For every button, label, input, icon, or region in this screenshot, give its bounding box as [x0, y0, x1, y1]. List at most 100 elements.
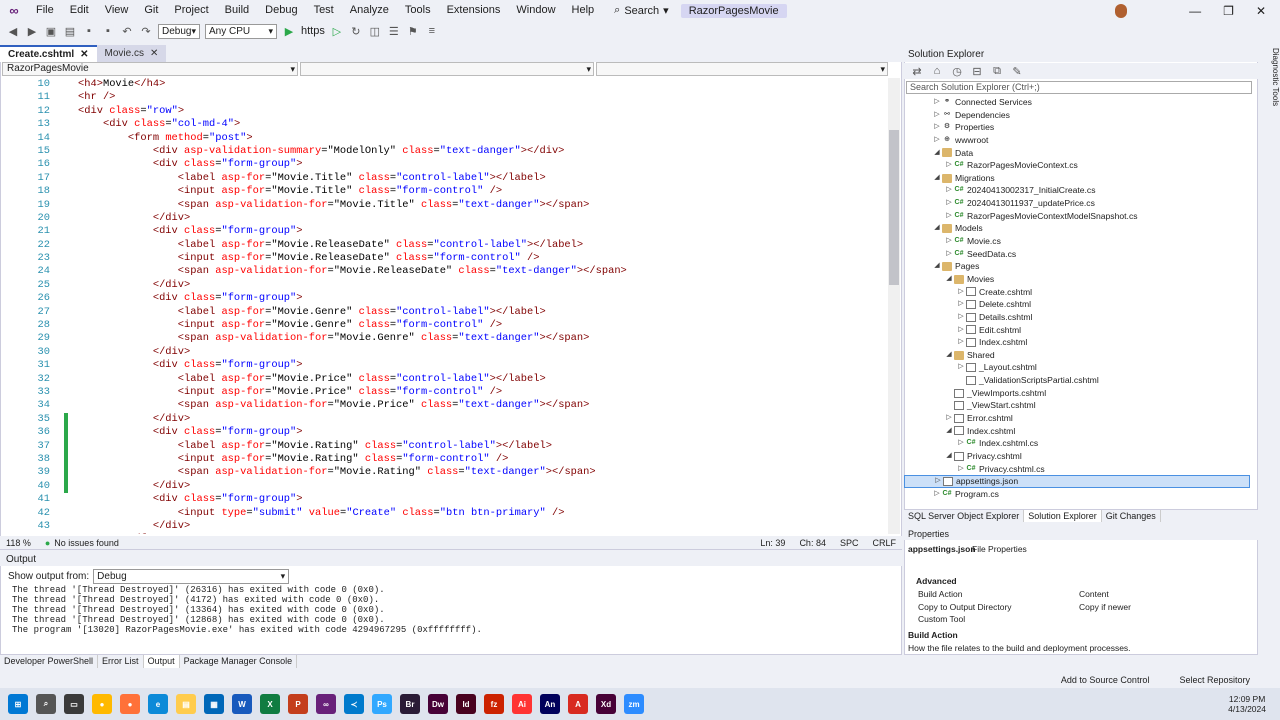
word-icon[interactable]: W	[232, 694, 252, 714]
tree-item[interactable]: ▷ C# Privacy.cshtml.cs	[904, 463, 1250, 476]
tree-item[interactable]: ▷ Edit.cshtml	[904, 324, 1250, 337]
tree-item[interactable]: ◢ Migrations	[904, 172, 1250, 185]
browser-icon[interactable]: ◫	[368, 24, 382, 38]
visual-studio-icon[interactable]: ∞	[316, 694, 336, 714]
bridge-icon[interactable]: Br	[400, 694, 420, 714]
tree-item[interactable]: ▷ C# 20240413011937_updatePrice.cs	[904, 197, 1250, 210]
menu-item-analyze[interactable]: Analyze	[342, 0, 397, 21]
animate-icon[interactable]: An	[540, 694, 560, 714]
sync-icon[interactable]: ⇄	[910, 64, 924, 78]
expand-icon[interactable]: ▷	[956, 311, 966, 324]
code-editor[interactable]: 10 <h4>Movie</h4> 11 <hr /> 12 <div class="ro…	[0, 78, 886, 534]
edge-icon[interactable]: e	[148, 694, 168, 714]
expand-icon[interactable]: ▷	[932, 121, 942, 134]
menu-item-window[interactable]: Window	[508, 0, 563, 21]
menu-item-extensions[interactable]: Extensions	[439, 0, 509, 21]
expand-icon[interactable]: ◢	[944, 349, 954, 362]
search-taskbar-icon[interactable]: ⌕	[36, 694, 56, 714]
issues-status[interactable]: No issues found	[54, 538, 119, 548]
tree-item[interactable]: ▷ C# Index.cshtml.cs	[904, 437, 1250, 450]
add-to-source-control-button[interactable]: Add to Source Control	[1061, 675, 1150, 685]
show-all-icon[interactable]: ⧉	[990, 64, 1004, 78]
tree-item[interactable]: ▷ ⊕ wwwroot	[904, 134, 1250, 147]
menu-item-help[interactable]: Help	[564, 0, 603, 21]
expand-icon[interactable]: ▷	[944, 197, 954, 210]
property-value[interactable]: Content	[1079, 589, 1109, 599]
photoshop-icon[interactable]: Ps	[372, 694, 392, 714]
expand-icon[interactable]: ◢	[932, 147, 942, 160]
forward-icon[interactable]: ▶	[25, 24, 39, 38]
system-clock[interactable]: 12:09 PM 4/13/2024	[1228, 694, 1266, 714]
tree-item[interactable]: ▷ C# Program.cs	[904, 488, 1250, 501]
dreamweaver-icon[interactable]: Dw	[428, 694, 448, 714]
platform-select[interactable]: Any CPU	[205, 23, 277, 39]
expand-icon[interactable]: ◢	[944, 425, 954, 438]
tree-item[interactable]: ▷ ⚭ Connected Services	[904, 96, 1250, 109]
line-ending[interactable]: CRLF	[872, 538, 896, 548]
member-dropdown[interactable]	[596, 62, 888, 76]
chrome-icon[interactable]: ●	[92, 694, 112, 714]
tree-item[interactable]: ▷ ⚯ Dependencies	[904, 109, 1250, 122]
firefox-icon[interactable]: ●	[120, 694, 140, 714]
vscode-icon[interactable]: ≺	[344, 694, 364, 714]
run-profile-button[interactable]: https	[301, 25, 325, 37]
diagnostic-tools-tab[interactable]: Diagnostic Tools	[1260, 48, 1280, 128]
expand-icon[interactable]: ▷	[956, 463, 966, 476]
expand-icon[interactable]: ▷	[944, 210, 954, 223]
redo-icon[interactable]: ↷	[139, 24, 153, 38]
bottom-tab-package-manager-console[interactable]: Package Manager Console	[180, 655, 298, 668]
save-icon[interactable]: ▪	[82, 24, 96, 38]
expand-icon[interactable]: ▷	[956, 298, 966, 311]
tree-item[interactable]: ▷ _Layout.cshtml	[904, 361, 1250, 374]
menu-item-debug[interactable]: Debug	[257, 0, 305, 21]
tree-item[interactable]: ▷ C# RazorPagesMovieContext.cs	[904, 159, 1250, 172]
tree-item[interactable]: ▷ Create.cshtml	[904, 286, 1250, 299]
expand-icon[interactable]: ▷	[932, 134, 942, 147]
expand-icon[interactable]: ▷	[932, 96, 942, 109]
history-icon[interactable]: ◷	[950, 64, 964, 78]
tree-item[interactable]: ▷ Error.cshtml	[904, 412, 1250, 425]
expand-icon[interactable]: ◢	[932, 172, 942, 185]
expand-icon[interactable]: ▷	[956, 361, 966, 374]
tree-item[interactable]: ◢ Data	[904, 147, 1250, 160]
tree-item[interactable]: ▷ ⚙ Properties	[904, 121, 1250, 134]
expand-icon[interactable]: ▷	[944, 412, 954, 425]
back-icon[interactable]: ◀	[6, 24, 20, 38]
filezilla-icon[interactable]: fz	[484, 694, 504, 714]
bookmark-icon[interactable]: ⚑	[406, 24, 420, 38]
solution-search-input[interactable]: Search Solution Explorer (Ctrl+;)	[906, 81, 1252, 94]
new-item-icon[interactable]: ▣	[44, 24, 58, 38]
output-source-select[interactable]: Debug	[93, 569, 290, 584]
tree-item[interactable]: ▷ C# RazorPagesMovieContextModelSnapshot.c…	[904, 210, 1250, 223]
expand-icon[interactable]: ◢	[932, 222, 942, 235]
tree-item[interactable]: _ValidationScriptsPartial.cshtml	[904, 374, 1250, 387]
illustrator-icon[interactable]: Ai	[512, 694, 532, 714]
xd-icon[interactable]: Xd	[596, 694, 616, 714]
menu-item-build[interactable]: Build	[217, 0, 257, 21]
expand-icon[interactable]: ◢	[944, 450, 954, 463]
home-icon[interactable]: ⌂	[930, 64, 944, 78]
tree-item[interactable]: ▷ Details.cshtml	[904, 311, 1250, 324]
project-dropdown[interactable]: RazorPagesMovie	[2, 62, 298, 76]
tree-item[interactable]: ▷ C# Movie.cs	[904, 235, 1250, 248]
start-without-debug-icon[interactable]: ▷	[330, 24, 344, 38]
select-repository-button[interactable]: Select Repository	[1179, 675, 1250, 685]
tree-item[interactable]: ▷ C# SeedData.cs	[904, 248, 1250, 261]
acrobat-icon[interactable]: A	[568, 694, 588, 714]
expand-icon[interactable]: ◢	[944, 273, 954, 286]
expand-icon[interactable]: ▷	[956, 437, 966, 450]
menu-item-test[interactable]: Test	[306, 0, 342, 21]
tree-item[interactable]: ◢ Privacy.cshtml	[904, 450, 1250, 463]
editor-scrollbar-thumb[interactable]	[889, 130, 899, 285]
tree-item[interactable]: ◢ Pages	[904, 260, 1250, 273]
align-icon[interactable]: ☰	[387, 24, 401, 38]
excel-icon[interactable]: X	[260, 694, 280, 714]
menu-item-project[interactable]: Project	[166, 0, 216, 21]
start-icon[interactable]: ⊞	[8, 694, 28, 714]
explorer-tab-git-changes[interactable]: Git Changes	[1102, 510, 1161, 522]
minimize-icon[interactable]: —	[1189, 4, 1201, 18]
solution-name-badge[interactable]: RazorPagesMovie	[680, 3, 787, 18]
expand-icon[interactable]: ▷	[944, 235, 954, 248]
close-icon[interactable]: ✕	[150, 45, 158, 62]
save-all-icon[interactable]: ▪	[101, 24, 115, 38]
